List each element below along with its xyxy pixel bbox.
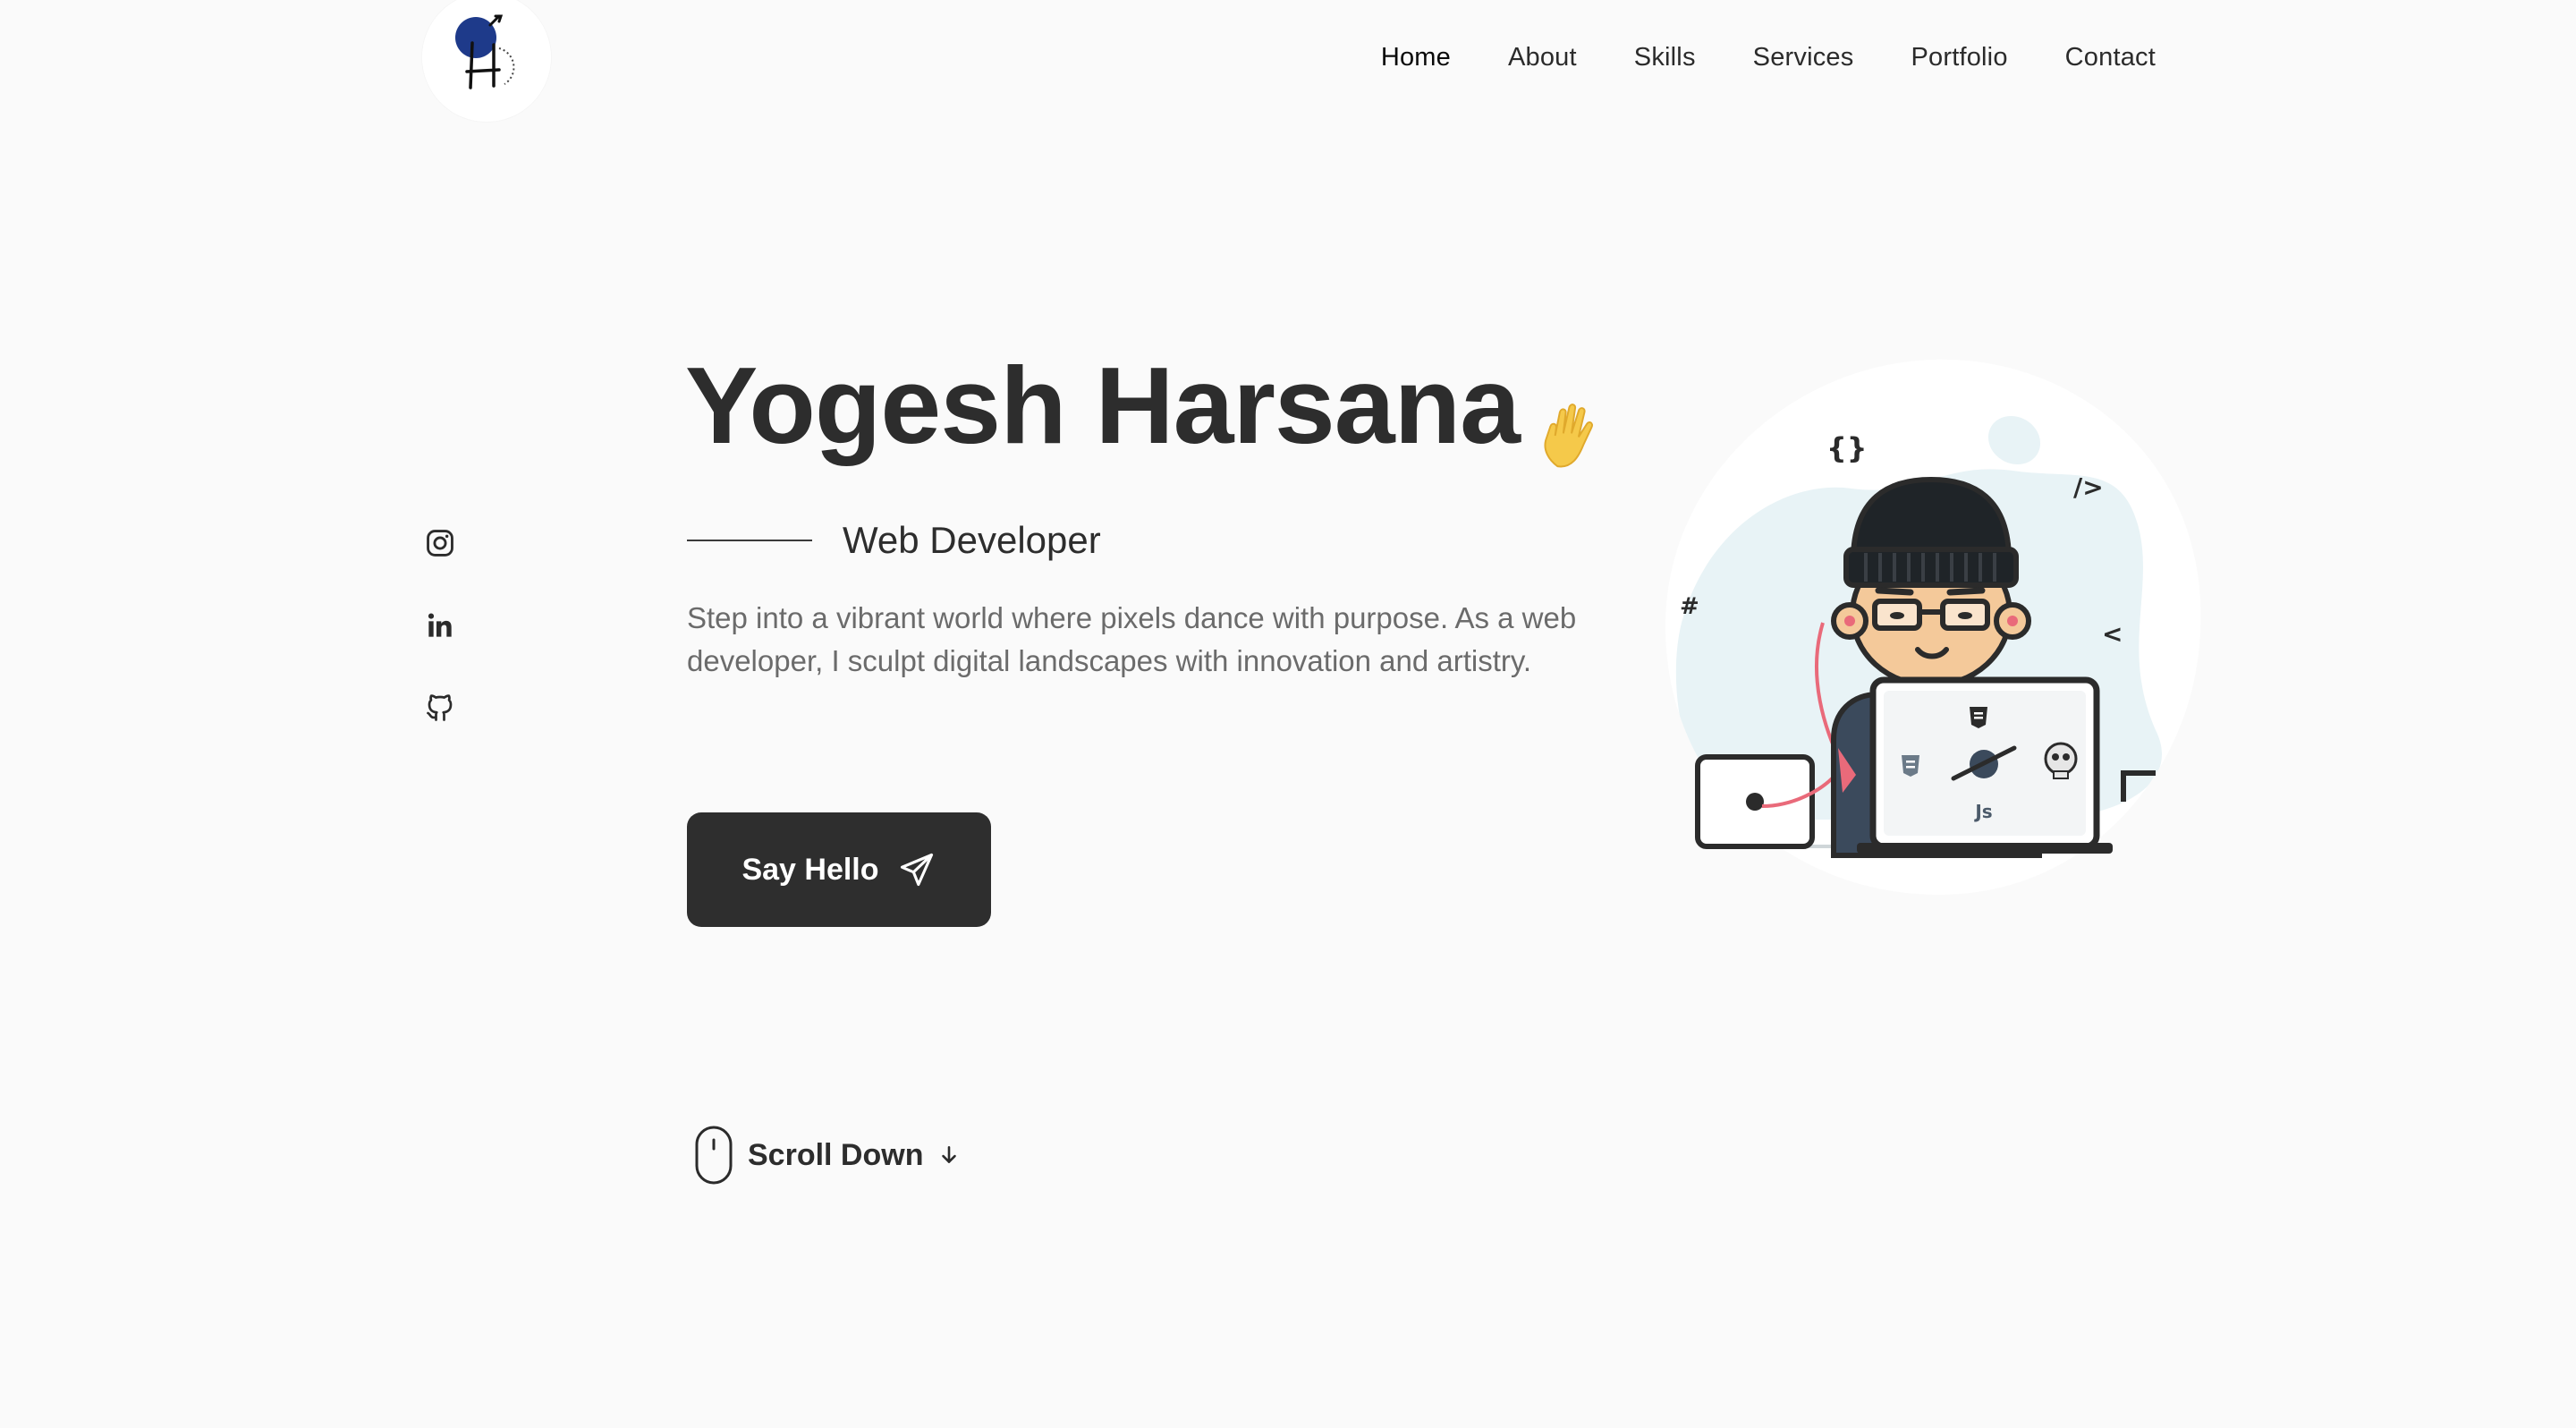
role-text: Web Developer [843,519,1101,561]
github-icon [427,694,453,721]
hero-role: Web Developer [687,519,1101,562]
say-hello-label: Say Hello [741,852,879,887]
instagram-icon [427,530,453,557]
developer-avatar-illustration: {} /> # < Js [1655,354,2209,900]
laptop-js-badge: Js [1973,801,1992,822]
nav-contact[interactable]: Contact [2065,43,2156,72]
nav-services[interactable]: Services [1753,43,1854,72]
hero-name-text: Yogesh Harsana [685,344,1521,466]
hero-description: Step into a vibrant world where pixels d… [687,601,1577,677]
github-link[interactable] [424,691,456,725]
site-logo[interactable] [422,0,551,122]
svg-text:{}: {} [1826,431,1868,465]
linkedin-icon [428,613,452,637]
nav-skills[interactable]: Skills [1634,43,1696,72]
scroll-down-label: Scroll Down [748,1137,924,1172]
nav-home[interactable]: Home [1381,43,1451,72]
say-hello-button[interactable]: Say Hello [687,812,991,927]
hero-name: Yogesh Harsana [685,340,1609,471]
nav-portfolio[interactable]: Portfolio [1911,43,2007,72]
instagram-link[interactable] [424,526,456,560]
yh-monogram-logo-icon [422,0,551,122]
nav-about[interactable]: About [1508,43,1577,72]
svg-text:<: < [2102,619,2123,649]
send-icon [900,853,933,887]
main-nav: Home About Skills Services Portfolio Con… [1381,43,2156,72]
arrow-down-icon [942,1146,957,1163]
role-divider [687,540,812,541]
scroll-down-link[interactable]: Scroll Down [694,1126,961,1185]
social-links [424,526,456,725]
svg-text:/>: /> [2073,472,2104,502]
linkedin-link[interactable] [424,608,456,642]
waving-hand-icon [1534,370,1609,468]
svg-text:#: # [1680,593,1699,620]
mouse-icon [695,1126,733,1185]
